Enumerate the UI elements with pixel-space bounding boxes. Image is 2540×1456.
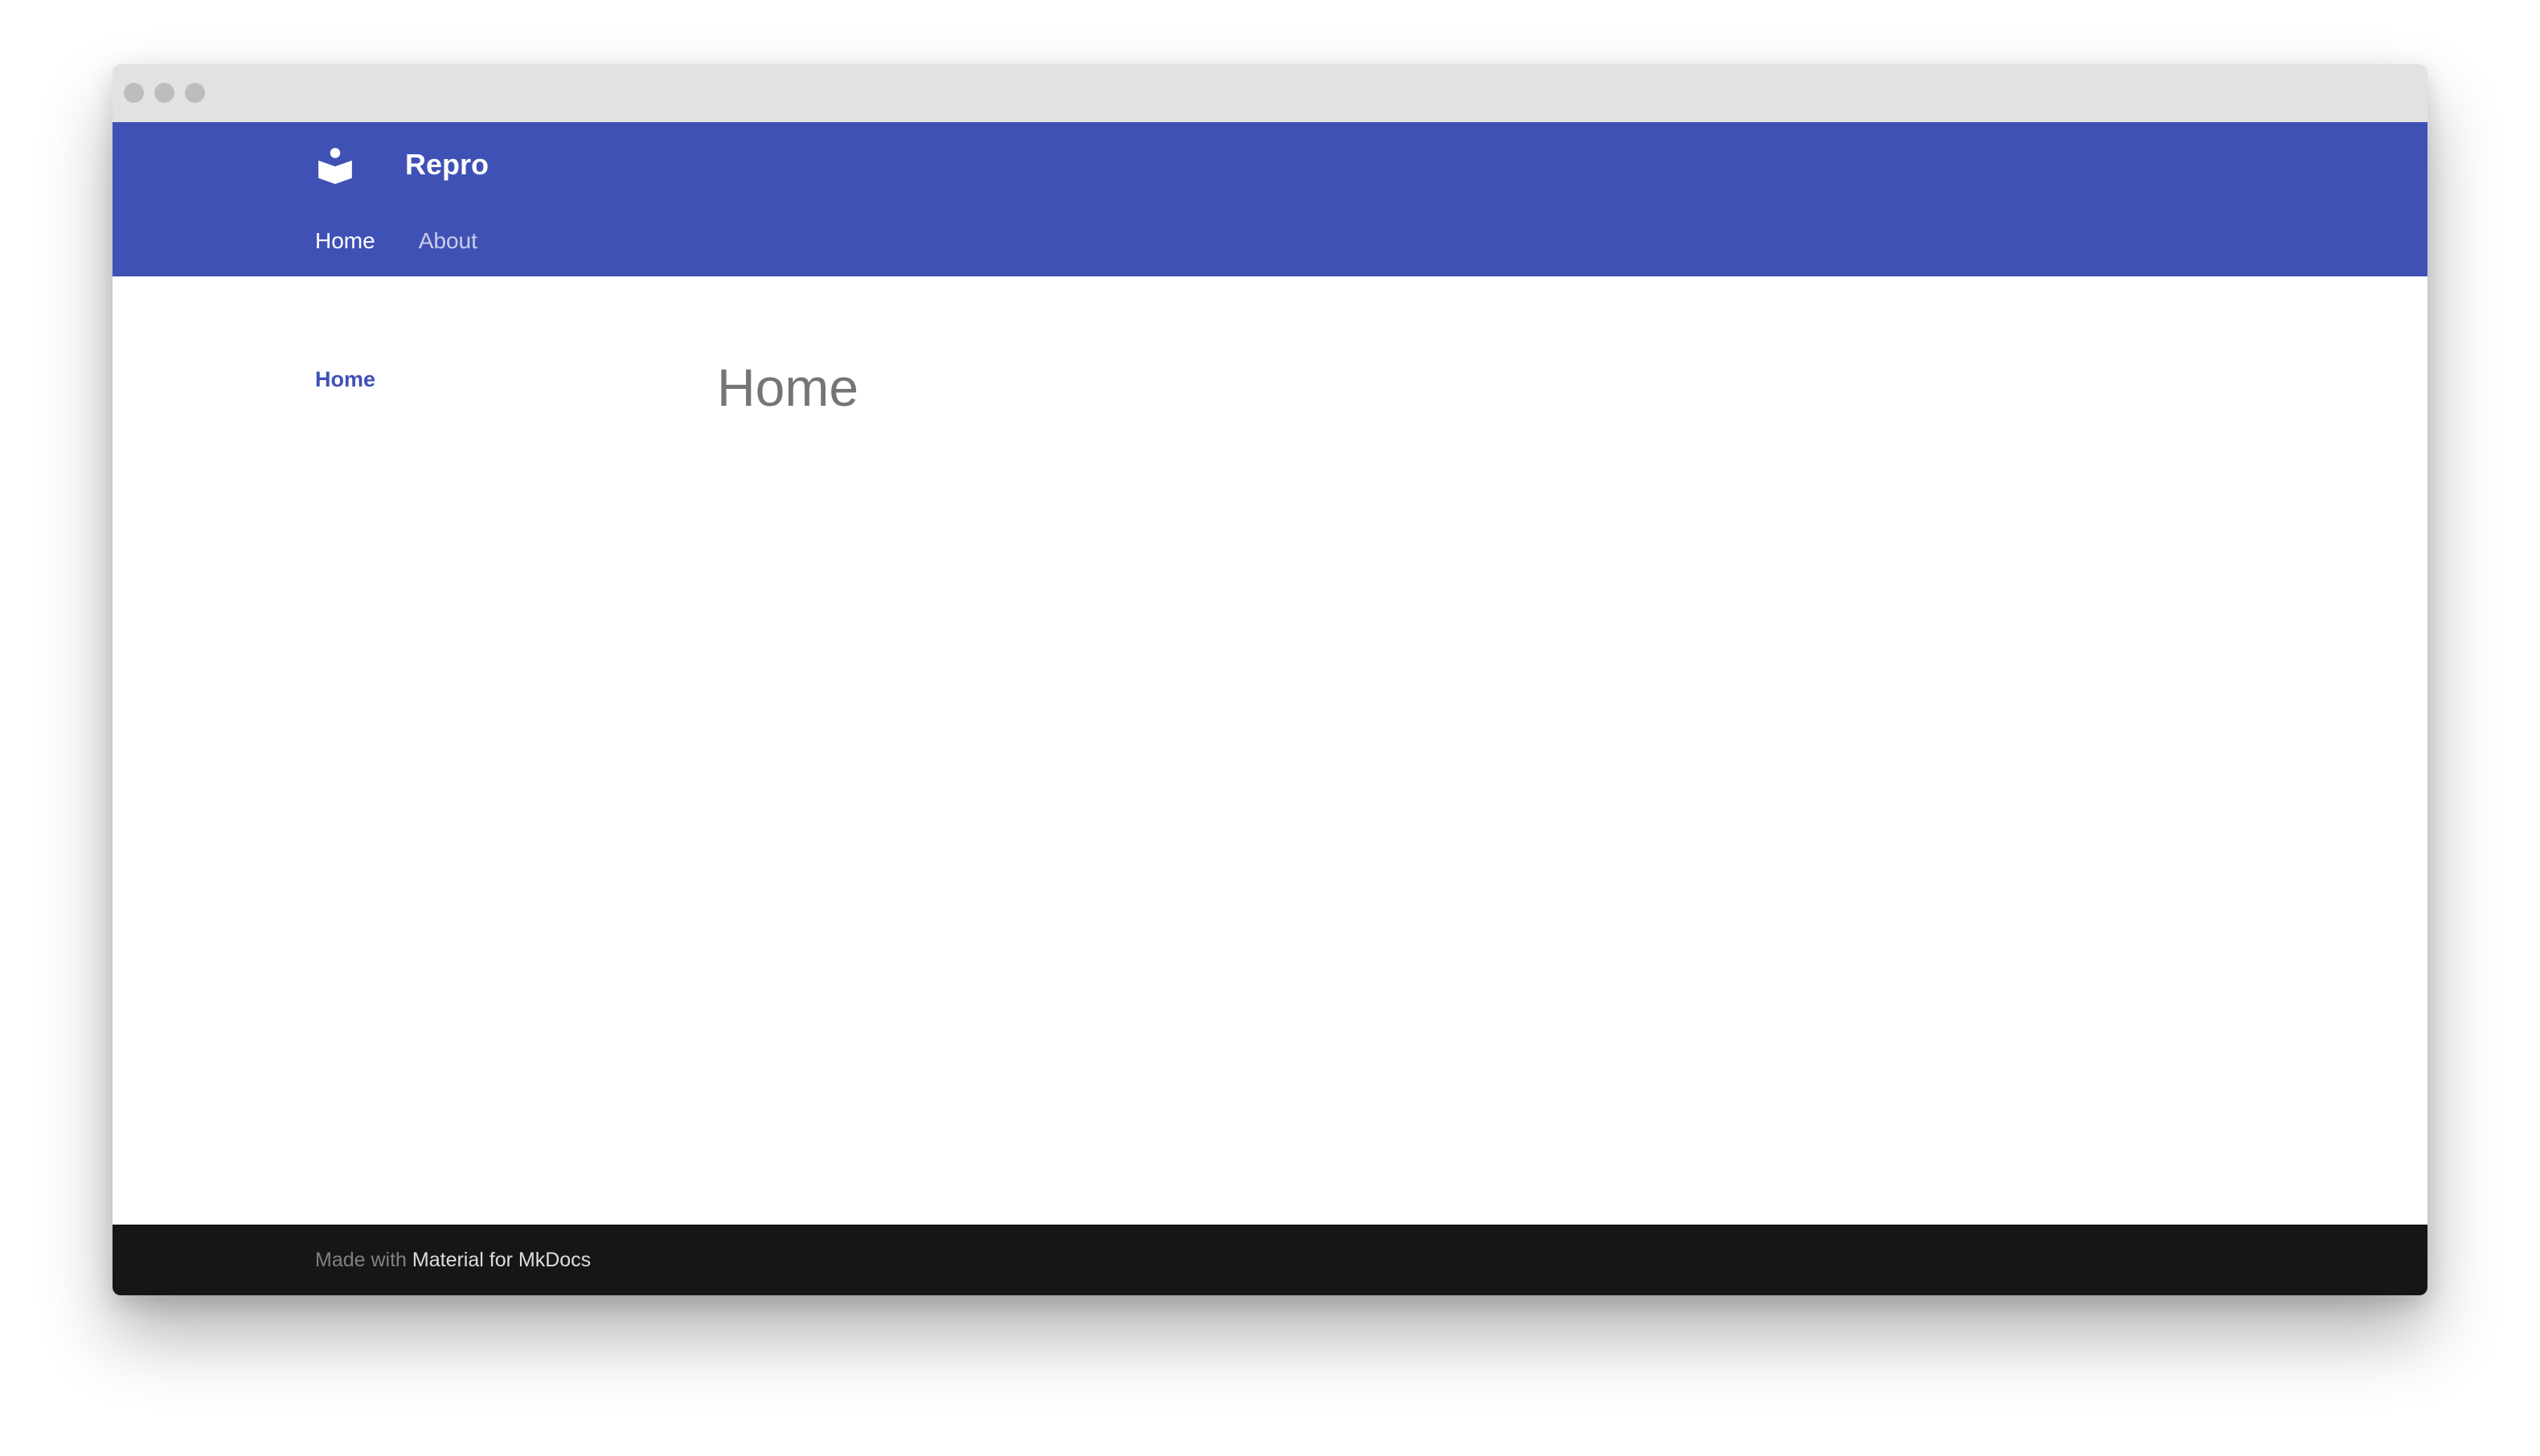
sidebar-item-home[interactable]: Home [315,363,375,395]
main-content: Home Home [113,276,2427,1225]
page-title: Home [717,358,859,417]
footer-prefix: Made with [315,1249,412,1271]
footer-text: Made with Material for MkDocs [315,1225,591,1295]
site-title[interactable]: Repro [405,145,489,185]
header-tabs: Home About [315,222,521,260]
maximize-window-button[interactable] [185,83,205,103]
window-titlebar [113,64,2427,122]
tab-about[interactable]: About [419,222,477,260]
site-header: Repro Home About [113,122,2427,276]
footer-link-material[interactable]: Material for MkDocs [412,1249,591,1271]
minimize-window-button[interactable] [154,83,174,103]
site-footer: Made with Material for MkDocs [113,1225,2427,1295]
close-window-button[interactable] [124,83,144,103]
book-reader-icon[interactable] [315,145,355,185]
browser-window: Repro Home About Home Home Made with Mat… [113,64,2427,1295]
tab-home[interactable]: Home [315,222,375,260]
